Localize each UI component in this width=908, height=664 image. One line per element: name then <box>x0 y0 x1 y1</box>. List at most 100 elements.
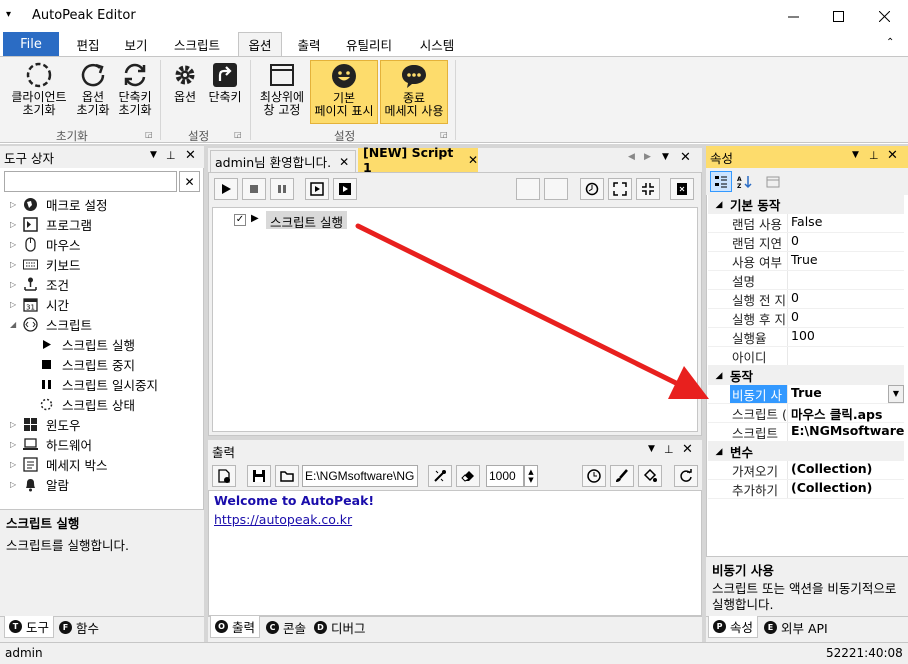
expand-icon[interactable]: ▷ <box>10 300 20 309</box>
window-menu-icon[interactable]: ▾ <box>6 9 11 20</box>
collapse-icon[interactable]: ◢ <box>708 447 730 457</box>
tree-item-time[interactable]: ▷ 31 시간 <box>10 294 200 314</box>
log-limit-spinner[interactable]: ▲ ▼ <box>524 465 538 487</box>
tree-item-hardware[interactable]: ▷ 하드웨어 <box>10 434 200 454</box>
log-path-input[interactable] <box>302 465 418 487</box>
tab-welcome[interactable]: admin님 환영합니다. ✕ <box>210 150 356 172</box>
script-canvas[interactable] <box>212 207 698 432</box>
clear-search-button[interactable]: ✕ <box>179 171 200 192</box>
property-value[interactable]: 마우스 클릭.aps <box>787 404 904 422</box>
run-step-button[interactable] <box>333 178 357 200</box>
tab-option[interactable]: 옵션 <box>238 32 282 56</box>
tree-item-script-stop[interactable]: 스크립트 중지 <box>10 354 200 374</box>
shortcut-button[interactable]: 단축키 <box>206 62 244 122</box>
stop-button[interactable] <box>242 178 266 200</box>
expand-all-icon[interactable] <box>608 178 632 200</box>
tab-script[interactable]: 스크립트 <box>162 32 232 56</box>
expand-icon[interactable]: ▷ <box>10 480 20 489</box>
node-checkbox[interactable]: ✓ <box>234 214 246 226</box>
property-row[interactable]: 실행 후 지0 <box>708 309 904 328</box>
group-launcher-icon[interactable]: ◲ <box>440 130 448 139</box>
log-link[interactable]: https://autopeak.co.kr <box>214 512 696 527</box>
maximize-button[interactable] <box>815 0 861 32</box>
property-row[interactable]: 랜덤 사용 False <box>708 214 904 233</box>
magic-clear-icon[interactable] <box>428 465 452 487</box>
expand-icon[interactable]: ▷ <box>10 220 20 229</box>
collapse-icon[interactable]: ◢ <box>10 320 20 329</box>
new-log-icon[interactable] <box>212 465 236 487</box>
scroll-left-icon[interactable]: ◀ <box>628 152 635 162</box>
tree-item-script-run[interactable]: 스크립트 실행 <box>10 334 200 354</box>
collapse-icon[interactable]: ◢ <box>708 200 730 210</box>
property-value[interactable] <box>787 271 904 289</box>
spin-up-icon[interactable]: ▲ <box>528 468 533 476</box>
category-basic[interactable]: ◢ 기본 동작 <box>708 195 904 214</box>
toolbar-toggle-1[interactable] <box>516 178 540 200</box>
property-value[interactable]: True ▼ <box>787 385 904 403</box>
property-value[interactable]: True <box>787 252 904 270</box>
tree-item-condition[interactable]: ▷ 조건 <box>10 274 200 294</box>
property-value[interactable]: False <box>787 214 904 232</box>
property-pages-icon[interactable] <box>762 171 784 192</box>
tab-close-icon[interactable]: ✕ <box>468 153 478 167</box>
tab-system[interactable]: 시스템 <box>408 32 466 56</box>
tree-item-window[interactable]: ▷ 윈도우 <box>10 414 200 434</box>
property-row[interactable]: 설명 <box>708 271 904 290</box>
property-value[interactable]: E:\NGMsoftware\NG <box>787 423 904 441</box>
property-row-selected[interactable]: 비동기 사 True ▼ <box>708 385 904 404</box>
tab-list-icon[interactable]: ▼ <box>662 152 669 162</box>
open-folder-icon[interactable] <box>275 465 299 487</box>
client-init-button[interactable]: 클라이언트 초기화 <box>6 62 72 122</box>
expand-icon[interactable]: ▷ <box>10 440 20 449</box>
tab-external-api[interactable]: E 외부 API <box>760 616 832 638</box>
save-log-icon[interactable] <box>247 465 271 487</box>
category-action[interactable]: ◢ 동작 <box>708 366 904 385</box>
tab-tool[interactable]: T 도구 <box>4 616 55 638</box>
toolbox-search-input[interactable] <box>4 171 177 192</box>
panel-dropdown-icon[interactable]: ▼ <box>150 150 157 160</box>
option-button[interactable]: 옵션 <box>166 62 204 122</box>
collapse-ribbon-icon[interactable]: ⌃ <box>886 37 894 48</box>
log-limit-input[interactable] <box>486 465 524 487</box>
panel-close-icon[interactable]: ✕ <box>185 148 196 163</box>
group-launcher-icon[interactable]: ◲ <box>145 130 153 139</box>
tab-output[interactable]: 출력 <box>287 32 331 56</box>
property-value[interactable]: (Collection) <box>787 480 904 498</box>
pin-icon[interactable]: ⊥ <box>869 149 879 162</box>
property-value[interactable]: 0 <box>787 233 904 251</box>
delete-icon[interactable] <box>670 178 694 200</box>
property-row[interactable]: 실행 전 지0 <box>708 290 904 309</box>
expand-icon[interactable]: ▷ <box>10 460 20 469</box>
tree-item-mouse[interactable]: ▷ 마우스 <box>10 234 200 254</box>
fill-bucket-icon[interactable] <box>638 465 662 487</box>
panel-close-icon[interactable]: ✕ <box>682 442 693 457</box>
editor-close-icon[interactable]: ✕ <box>680 150 691 165</box>
tree-item-program[interactable]: ▷ 프로그램 <box>10 214 200 234</box>
tab-script-1[interactable]: [NEW] Script 1 ✕ <box>358 145 478 175</box>
tab-utility[interactable]: 유틸리티 <box>336 32 402 56</box>
category-vars[interactable]: ◢ 변수 <box>708 442 904 461</box>
property-row[interactable]: 스크립트 (마우스 클릭.aps <box>708 404 904 423</box>
expand-icon[interactable]: ▷ <box>10 200 20 209</box>
property-row[interactable]: 추가하기 (Collection) <box>708 480 904 499</box>
expand-icon[interactable]: ▷ <box>10 280 20 289</box>
property-value[interactable]: (Collection) <box>787 461 904 479</box>
tab-debug[interactable]: D 디버그 <box>310 616 370 638</box>
property-value[interactable]: 0 <box>787 309 904 327</box>
tree-item-script[interactable]: ◢ 스크립트 <box>10 314 200 334</box>
expand-icon[interactable]: ▷ <box>10 260 20 269</box>
panel-dropdown-icon[interactable]: ▼ <box>648 444 655 454</box>
spin-down-icon[interactable]: ▼ <box>528 476 533 484</box>
property-row[interactable]: 랜덤 지연 0 <box>708 233 904 252</box>
pause-button[interactable] <box>270 178 294 200</box>
tab-edit[interactable]: 편집 <box>66 32 110 56</box>
property-row[interactable]: 실행율 100 <box>708 328 904 347</box>
tab-view[interactable]: 보기 <box>114 32 158 56</box>
scroll-right-icon[interactable]: ▶ <box>644 152 651 162</box>
close-button[interactable] <box>861 0 907 32</box>
minimize-button[interactable] <box>770 0 816 32</box>
property-value[interactable] <box>787 347 904 365</box>
timer-icon[interactable] <box>580 178 604 200</box>
brush-icon[interactable] <box>610 465 634 487</box>
tree-item-script-state[interactable]: 스크립트 상태 <box>10 394 200 414</box>
